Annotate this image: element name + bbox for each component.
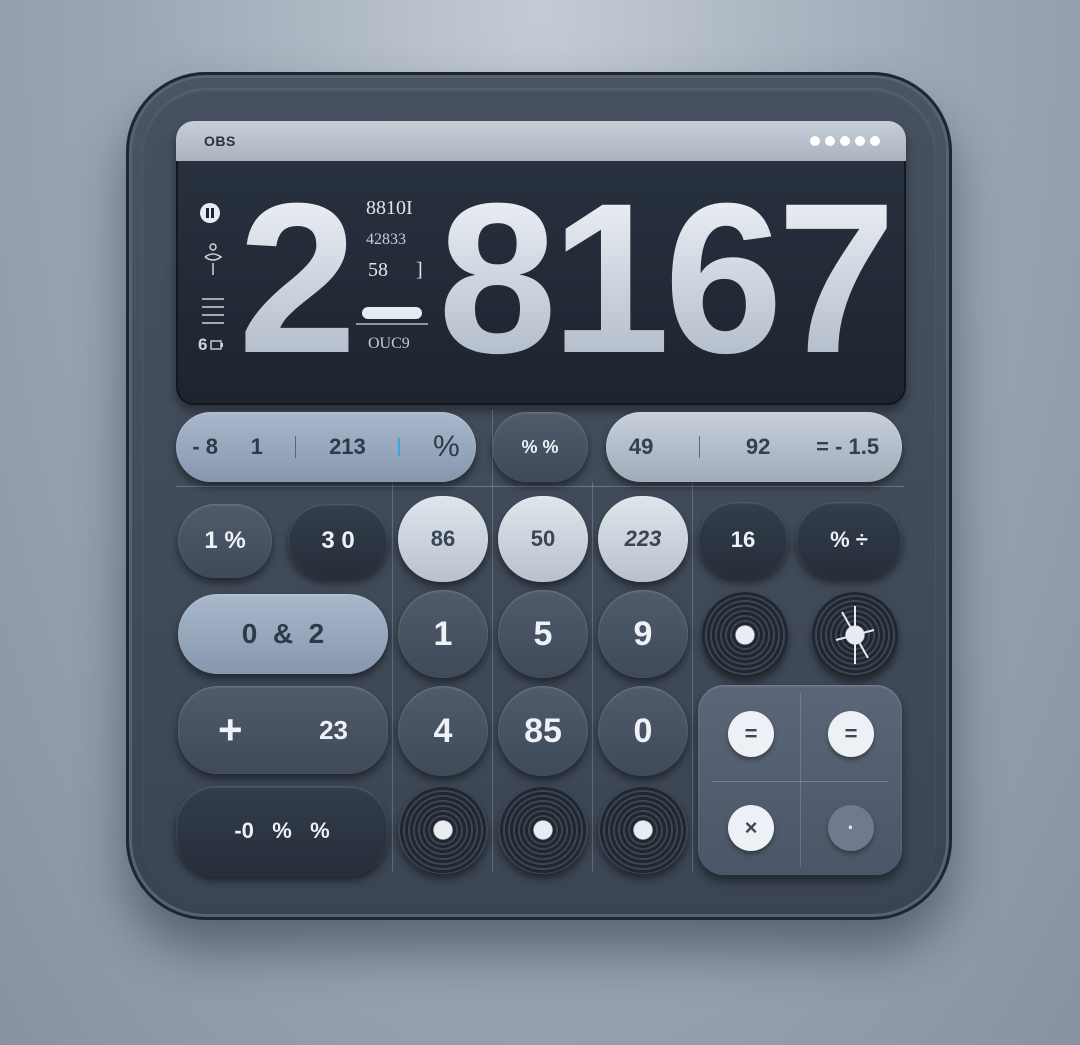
readout-4: ] (416, 259, 423, 281)
dial-knob-icon[interactable] (598, 786, 688, 874)
status-dot (825, 136, 835, 146)
key-percent-divide[interactable]: % ÷ (796, 502, 902, 578)
key-label: 223 (624, 526, 662, 551)
readout-2: 42833 (366, 231, 406, 248)
percent-key-label: % % (521, 436, 559, 457)
key-digit-9[interactable]: 9 (598, 590, 688, 678)
battery-indicator: 6 (198, 335, 224, 355)
dial-knob-icon[interactable] (398, 786, 488, 874)
display-leading-digit: 2 (238, 159, 357, 398)
grid-line (176, 486, 904, 487)
status-dot (840, 136, 850, 146)
key-label: 3 0 (321, 527, 355, 554)
key-digit-1[interactable]: 1 (398, 590, 488, 678)
crosshair-icon (835, 606, 875, 664)
status-dot (855, 136, 865, 146)
fn-one: 1 (250, 434, 263, 459)
pause-icon[interactable] (200, 203, 220, 223)
key-label: 0 & 2 (241, 618, 325, 649)
key-label: 50 (530, 526, 556, 551)
dial-crosshair-icon[interactable] (812, 592, 898, 678)
figure-icon (200, 241, 226, 282)
fn-equals: = - 1.5 (816, 434, 880, 459)
panel-divider (800, 693, 801, 867)
panel-divider (712, 781, 888, 782)
key-label: 1 % (204, 527, 246, 554)
key-label: 16 (730, 527, 756, 552)
key-label: % ÷ (830, 527, 868, 552)
fn-213: 213 (329, 434, 366, 459)
key-digit-5[interactable]: 5 (498, 590, 588, 678)
status-dots (810, 136, 880, 146)
key-label: = (844, 721, 858, 746)
key-3-0[interactable]: 3 0 (288, 504, 388, 578)
menu-icon (200, 295, 226, 330)
dial-knob-icon[interactable] (498, 786, 588, 874)
display-main-digits: 8167 (438, 159, 896, 398)
decimal-button[interactable]: · (828, 805, 874, 851)
grid-line (392, 482, 393, 872)
slider-icon (362, 307, 422, 319)
key-digit-0[interactable]: 0 (598, 686, 688, 776)
fn-92: 92 (745, 434, 771, 459)
key-zero-and-two[interactable]: 0 & 2 (178, 594, 388, 674)
key-label: 0 (633, 711, 653, 750)
battery-icon (210, 340, 224, 350)
percent-icon: % (433, 430, 460, 463)
key-label: 5 (533, 614, 553, 653)
key-label: 23 (319, 714, 348, 745)
key-16[interactable]: 16 (698, 502, 788, 578)
key-1-percent[interactable]: 1 % (178, 504, 272, 578)
key-plus-23[interactable]: + 23 (178, 686, 388, 774)
grid-line (592, 482, 593, 872)
equals-button[interactable]: = (728, 711, 774, 757)
key-50[interactable]: 50 (498, 496, 588, 582)
fn-49: 49 (628, 434, 654, 459)
status-bar: OBS (176, 121, 906, 161)
status-dot (810, 136, 820, 146)
brand-label: OBS (204, 133, 236, 149)
key-label: 1 (433, 614, 453, 653)
readout-5: OUC9 (368, 335, 410, 352)
equals-panel: = = × · (698, 685, 902, 875)
key-label: 86 (430, 526, 456, 551)
percent-key[interactable]: % % (492, 412, 588, 482)
equals-button-2[interactable]: = (828, 711, 874, 757)
side-label: 6 (198, 335, 208, 354)
slider-track (356, 323, 428, 325)
status-dot (870, 136, 880, 146)
dial-knob-icon[interactable] (702, 592, 788, 678)
key-label: -0 % % (234, 818, 330, 843)
multiply-button[interactable]: × (728, 805, 774, 851)
cursor-marker (398, 438, 401, 456)
fn-minus-8: - 8 (192, 434, 218, 459)
key-label: · (847, 815, 855, 840)
key-label: 4 (433, 711, 453, 750)
divider (699, 436, 701, 458)
plus-icon: + (218, 706, 243, 753)
key-digit-85[interactable]: 85 (498, 686, 588, 776)
function-pill-right[interactable]: 49 92 = - 1.5 (606, 412, 902, 482)
readout-3: 58 (368, 259, 388, 281)
key-minus-zero-percent[interactable]: -0 % % (176, 786, 388, 876)
function-pill-left[interactable]: - 8 1 213 % (176, 412, 476, 482)
key-86[interactable]: 86 (398, 496, 488, 582)
display-screen: OBS 6 2 8810I 42833 58 ] OUC9 8167 (176, 121, 906, 405)
key-label: 9 (633, 614, 653, 653)
key-223[interactable]: 223 (598, 496, 688, 582)
grid-line (492, 410, 493, 872)
key-digit-4[interactable]: 4 (398, 686, 488, 776)
readout-1: 8810I (366, 197, 413, 219)
key-label: = (744, 721, 758, 746)
key-label: 85 (524, 711, 562, 750)
divider (295, 436, 297, 458)
key-label: × (744, 815, 758, 840)
grid-line (692, 482, 693, 872)
